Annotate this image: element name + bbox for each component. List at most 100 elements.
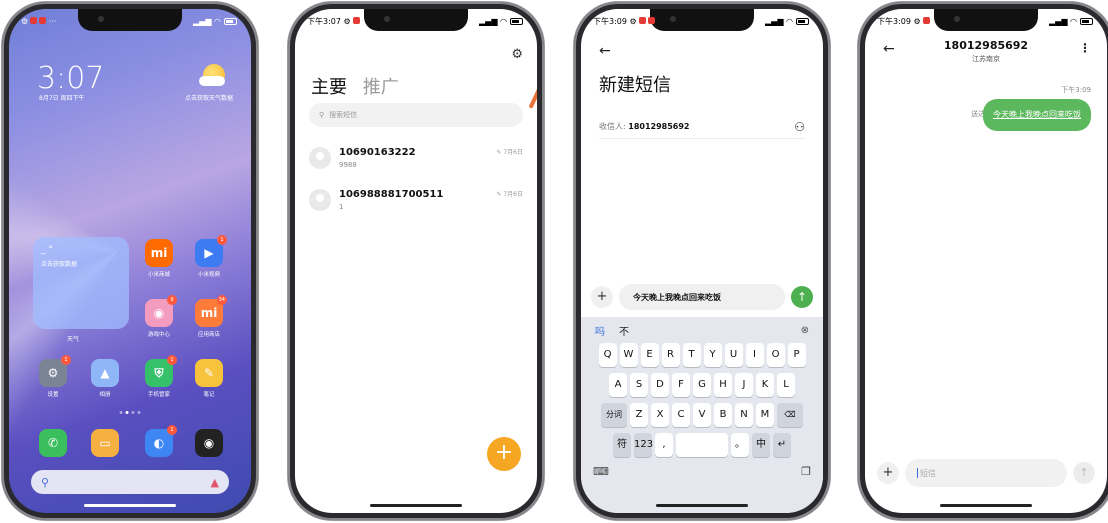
send-button[interactable]: ↑ (791, 286, 813, 308)
keyboard-key[interactable]: F (672, 373, 690, 397)
phone-message-list: 下午3:07 ⚙ ▂▄▆ ◠ ⚙ 主要 推广 ⚲ 搜索短信 1069016322… (288, 2, 544, 520)
app-label: 相册 (99, 392, 111, 398)
home-indicator[interactable] (84, 504, 176, 507)
enter-key[interactable]: ↵ (773, 433, 791, 457)
battery-icon (1080, 17, 1093, 25)
edge-accent (528, 87, 537, 109)
keyboard-key[interactable]: B (714, 403, 732, 427)
keyboard-key[interactable]: N (735, 403, 753, 427)
tab-promo[interactable]: 推广 (363, 77, 399, 98)
keyboard-key[interactable]: I (745, 343, 764, 367)
keyboard-key[interactable]: K (756, 373, 774, 397)
dock-app-icon[interactable]: ◐ 1 (145, 425, 177, 460)
app-label: 笔记 (203, 392, 215, 398)
keyboard-key[interactable]: D (651, 373, 669, 397)
keyboard-key[interactable]: G (693, 373, 711, 397)
keyboard-key[interactable]: Z (630, 403, 648, 427)
app-label: 设置 (47, 392, 59, 398)
avatar (309, 147, 331, 169)
app-glyph-icon: ✎ (195, 359, 223, 387)
keyboard-key[interactable]: Q (598, 343, 617, 367)
more-options-icon[interactable]: ⋮ (1079, 41, 1091, 55)
keyboard-key[interactable]: Y (703, 343, 722, 367)
app-icon[interactable]: ◉ 9 游戏中心 (145, 295, 177, 338)
recipient-field[interactable]: 收信人: 18012985692 ⚇ (599, 115, 805, 139)
home-indicator[interactable] (370, 504, 462, 507)
assistant-icon[interactable]: ▲ (211, 476, 219, 489)
weather-icon[interactable] (199, 64, 225, 86)
keyboard-key[interactable]: , (655, 433, 673, 457)
status-bar: 下午3:09 ⚙ ▂▄▆ ◠ (877, 14, 1093, 28)
home-indicator[interactable] (656, 504, 748, 507)
close-keyboard-icon[interactable]: ⊗ (801, 325, 809, 336)
keyboard-key[interactable]: 。 (731, 433, 749, 457)
weather-widget[interactable]: _ ° 点击获取数据 (33, 237, 129, 329)
suggestion-item[interactable]: 不 (619, 323, 629, 338)
search-input[interactable]: ⚲ 搜索短信 (309, 103, 523, 127)
suggestion-item[interactable]: 吗 (595, 323, 605, 338)
dock-app-icon[interactable]: ▭ (91, 429, 119, 460)
tab-main[interactable]: 主要 (311, 77, 347, 98)
conversation-header: 18012985692 江苏南京 (865, 39, 1107, 64)
back-arrow-icon[interactable]: ← (599, 43, 611, 59)
key-segment[interactable]: 分词 (601, 403, 627, 427)
keyboard-key[interactable]: R (661, 343, 680, 367)
keyboard-key[interactable]: M (756, 403, 774, 427)
page-title: 新建短信 (599, 75, 671, 96)
keyboard-key[interactable]: C (672, 403, 690, 427)
dock-app-icon[interactable]: ✆ (39, 429, 67, 460)
message-bubble[interactable]: 今天晚上我晚点回来吃饭 (983, 99, 1091, 131)
message-thread-item[interactable]: 10690163222 9988 ✎ 7月6日 (309, 145, 523, 175)
keyboard-switch-icon[interactable]: ⌨ (593, 465, 609, 478)
app-icon[interactable]: mi 小米商城 (145, 239, 173, 278)
home-search-bar[interactable]: ⚲ ▲ (31, 470, 229, 494)
app-icon[interactable]: mi 34 应用商店 (195, 295, 227, 338)
phone-new-message: 下午3:09 ⚙ ▂▄▆ ◠ ← 新建短信 收信人: 18012985692 ⚇… (574, 2, 830, 520)
keyboard-key[interactable]: T (682, 343, 701, 367)
app-icon[interactable]: ✎ 笔记 (195, 359, 223, 398)
app-icon[interactable]: ▲ 相册 (91, 359, 119, 398)
input-placeholder: 短信 (920, 468, 936, 478)
home-indicator[interactable] (940, 504, 1032, 507)
notification-badge: 1 (217, 235, 227, 245)
keyboard-key[interactable]: X (651, 403, 669, 427)
settings-gear-icon[interactable]: ⚙ (511, 47, 523, 62)
keyboard-key[interactable]: V (693, 403, 711, 427)
keyboard-key[interactable]: L (777, 373, 795, 397)
dock-app-icon[interactable]: ◉ (195, 429, 223, 460)
clock[interactable]: 3:07 (37, 61, 104, 96)
recipient-label: 收信人: (599, 122, 626, 131)
keyboard-key[interactable]: 123 (634, 433, 653, 457)
app-icon[interactable]: ▶ 1 小米视频 (195, 235, 227, 278)
keyboard-key[interactable]: J (735, 373, 753, 397)
keyboard-bottom-bar: ⌨ ❐ (581, 463, 823, 480)
weather-hint[interactable]: 点击获取天气数据 (185, 93, 233, 102)
search-icon: ⚲ (41, 475, 50, 489)
keyboard-key[interactable]: A (609, 373, 627, 397)
keyboard-key[interactable]: 中 (752, 433, 770, 457)
new-message-button[interactable]: + (487, 437, 521, 471)
space-key[interactable] (676, 433, 728, 457)
message-thread-item[interactable]: 106988881700511 1 ✎ 7月6日 (309, 187, 523, 217)
attach-plus-button[interactable]: + (591, 286, 613, 308)
app-icon[interactable]: ⛨ 1 手机管家 (145, 355, 177, 398)
message-input[interactable]: 今天晚上我晚点回来吃饭 (619, 284, 785, 310)
keyboard-key[interactable]: E (640, 343, 659, 367)
keyboard-key[interactable]: 符 (613, 433, 631, 457)
clipboard-icon[interactable]: ❐ (801, 465, 811, 478)
send-button[interactable]: ↑ (1073, 462, 1095, 484)
app-label: 手机管家 (147, 392, 170, 398)
contact-picker-icon[interactable]: ⚇ (794, 120, 805, 134)
keyboard-key[interactable]: U (724, 343, 743, 367)
attach-plus-button[interactable]: + (877, 462, 899, 484)
home-screen: ⚙ ··· ▂▄▆ ◠ 3:07 8月7日 周四下午 点击获取天气数据 _ ° … (9, 9, 251, 513)
app-icon[interactable]: ⚙ 1 设置 (39, 355, 71, 398)
search-placeholder: 搜索短信 (329, 111, 358, 119)
keyboard-key[interactable]: W (619, 343, 638, 367)
keyboard-key[interactable]: P (787, 343, 806, 367)
keyboard-key[interactable]: O (766, 343, 785, 367)
keyboard-key[interactable]: S (630, 373, 648, 397)
keyboard-key[interactable]: H (714, 373, 732, 397)
backspace-key[interactable]: ⌫ (777, 403, 803, 427)
message-input[interactable]: 短信 (905, 459, 1067, 487)
